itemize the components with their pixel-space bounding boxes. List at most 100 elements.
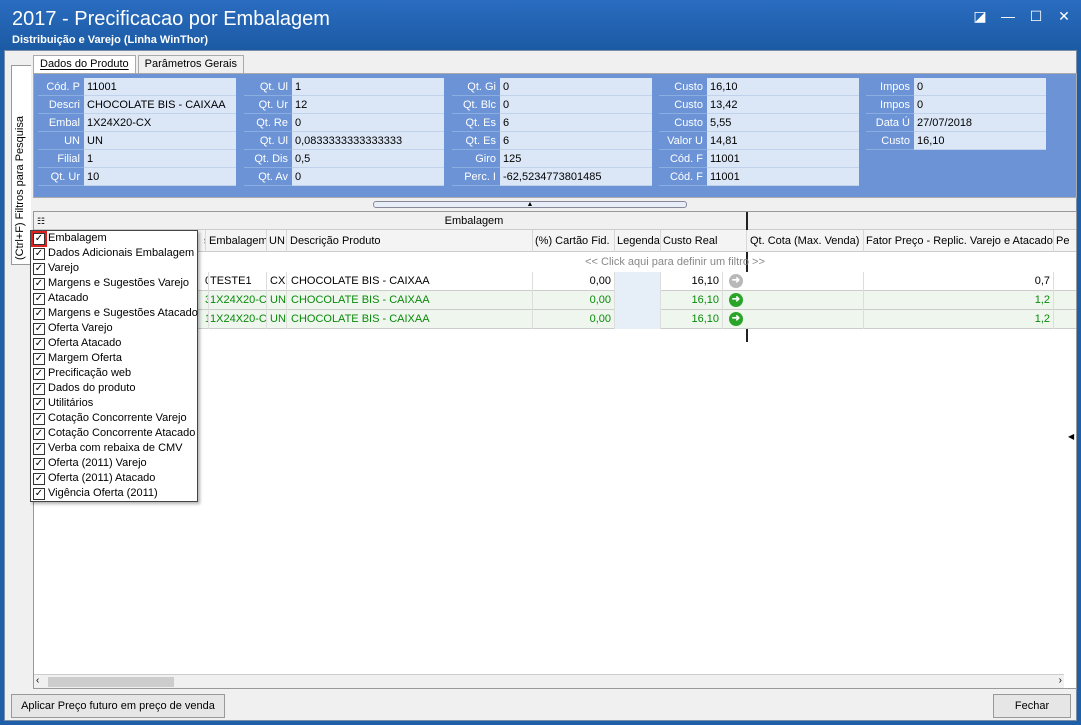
- column-chooser-item[interactable]: ✓ Oferta (2011) Atacado: [31, 471, 197, 486]
- column-chooser-item[interactable]: ✓ Margem Oferta: [31, 351, 197, 366]
- column-chooser-item[interactable]: ✓ Oferta (2011) Varejo: [31, 456, 197, 471]
- info-row: Qt. Ur 10: [38, 168, 236, 186]
- minimize-icon[interactable]: —: [999, 8, 1017, 24]
- col-header-pe[interactable]: Pe: [1054, 230, 1076, 252]
- row-legenda: [615, 310, 661, 329]
- info-label: Qt. Ul: [244, 132, 292, 150]
- vertical-scroll-handle[interactable]: ◀: [1068, 432, 1076, 492]
- info-label: Qt. Re: [244, 114, 292, 132]
- checkbox-checked-icon[interactable]: ✓: [33, 442, 45, 455]
- column-chooser-item[interactable]: ✓ Oferta Varejo: [31, 321, 197, 336]
- info-label: Valor U: [659, 132, 707, 150]
- column-chooser-icon[interactable]: ☷: [37, 212, 45, 230]
- horizontal-scroll-thumb[interactable]: [48, 677, 174, 687]
- checkbox-checked-icon[interactable]: ✓: [33, 307, 45, 320]
- filter-side-tab-label: (Ctrl+F) Filtros para Pesquisa: [14, 116, 26, 260]
- column-chooser-label: Oferta Atacado: [48, 337, 122, 349]
- col-header-cartao-fid[interactable]: (%) Cartão Fid.: [533, 230, 615, 252]
- checkbox-checked-icon[interactable]: ✓: [33, 472, 45, 485]
- info-value: 16,10: [707, 78, 859, 96]
- checkbox-checked-icon[interactable]: ✓: [33, 322, 45, 335]
- col-header-legenda[interactable]: Legenda: [615, 230, 661, 252]
- column-chooser-item[interactable]: ✓ Verba com rebaixa de CMV: [31, 441, 197, 456]
- checkbox-checked-icon[interactable]: ✓: [33, 337, 45, 350]
- scroll-left-icon[interactable]: ‹: [36, 675, 39, 686]
- checkbox-checked-icon[interactable]: ✓: [33, 262, 45, 275]
- info-value: 11001: [84, 78, 236, 96]
- col-header-custo-real[interactable]: Custo Real: [661, 230, 747, 252]
- col-header-fator-preco[interactable]: Fator Preço - Replic. Varejo e Atacado: [864, 230, 1054, 252]
- column-chooser-item[interactable]: ✓ Cotação Concorrente Atacado: [31, 426, 197, 441]
- col-header-s[interactable]: s: [202, 230, 206, 252]
- checkbox-checked-icon[interactable]: ✓: [33, 487, 45, 500]
- info-label: Custo: [659, 78, 707, 96]
- grid-band-row: ☷ Embalagem: [34, 212, 1076, 230]
- checkbox-checked-icon[interactable]: ✓: [33, 397, 45, 410]
- column-chooser-item[interactable]: ✓ Dados Adicionais Embalagem: [31, 246, 197, 261]
- info-row: UN UN: [38, 132, 236, 150]
- column-chooser-item[interactable]: ✓ Embalagem: [31, 230, 197, 247]
- info-row: Giro 125: [452, 150, 652, 168]
- col-header-un[interactable]: UN: [267, 230, 287, 252]
- info-label: Qt. Ur: [244, 96, 292, 114]
- col-header-descricao[interactable]: Descrição Produto: [288, 230, 533, 252]
- column-chooser-label: Precificação web: [48, 367, 132, 379]
- tab-parametros-gerais[interactable]: Parâmetros Gerais: [137, 55, 244, 73]
- info-row: Custo 13,42: [659, 96, 859, 114]
- info-label: Qt. Ur: [38, 168, 84, 186]
- column-chooser-item[interactable]: ✓ Utilitários: [31, 396, 197, 411]
- checkbox-checked-icon[interactable]: ✓: [33, 247, 45, 260]
- checkbox-checked-icon[interactable]: ✓: [33, 382, 45, 395]
- title-bar: 2017 - Precificacao por Embalagem Distri…: [0, 0, 1081, 50]
- info-row: Cód. F 11001: [659, 150, 859, 168]
- horizontal-scrollbar[interactable]: ‹ ›: [34, 674, 1064, 688]
- restore-down-icon[interactable]: ◪: [971, 8, 989, 24]
- column-chooser-item[interactable]: ✓ Cotação Concorrente Varejo: [31, 411, 197, 426]
- panel-splitter[interactable]: ▲: [373, 201, 687, 208]
- info-value: 1X24X20-CX: [84, 114, 236, 132]
- checkbox-checked-icon[interactable]: ✓: [33, 352, 45, 365]
- info-row: Cód. P 11001: [38, 78, 236, 96]
- column-chooser-item[interactable]: ✓ Vigência Oferta (2011): [31, 486, 197, 501]
- info-label: Custo: [659, 96, 707, 114]
- column-chooser-item[interactable]: ✓ Margens e Sugestões Atacado: [31, 306, 198, 321]
- close-icon[interactable]: ✕: [1055, 8, 1073, 24]
- info-value: UN: [84, 132, 236, 150]
- col-header-qt-cota[interactable]: Qt. Cota (Max. Venda): [748, 230, 864, 252]
- column-chooser-item[interactable]: ✓ Margens e Sugestões Varejo: [31, 276, 197, 291]
- close-button[interactable]: Fechar: [993, 694, 1071, 718]
- column-chooser-label: Verba com rebaixa de CMV: [48, 442, 183, 454]
- info-row: Qt. Es 6: [452, 114, 652, 132]
- checkbox-checked-icon[interactable]: ✓: [33, 427, 45, 440]
- column-chooser-item[interactable]: ✓ Atacado: [31, 291, 197, 306]
- info-label: UN: [38, 132, 84, 150]
- column-chooser-item[interactable]: ✓ Precificação web: [31, 366, 197, 381]
- row-arrow-icon[interactable]: ➜: [729, 293, 743, 307]
- row-descricao: CHOCOLATE BIS - CAIXAA: [288, 291, 533, 310]
- checkbox-checked-icon[interactable]: ✓: [33, 457, 45, 470]
- maximize-icon[interactable]: ☐: [1027, 8, 1045, 24]
- row-arrow-icon[interactable]: ➜: [729, 274, 743, 288]
- row-arrow-icon[interactable]: ➜: [729, 312, 743, 326]
- apply-future-price-button[interactable]: Aplicar Preço futuro em preço de venda: [11, 694, 225, 718]
- column-chooser-item[interactable]: ✓ Dados do produto: [31, 381, 197, 396]
- tab-dados-produto[interactable]: Dados do Produto: [33, 55, 136, 73]
- row-un: UN: [267, 291, 287, 310]
- checkbox-checked-icon[interactable]: ✓: [31, 230, 47, 247]
- scroll-right-icon[interactable]: ›: [1059, 675, 1062, 686]
- info-column-2: Qt. Ul 1 Qt. Ur 12 Qt. Re 0 Qt. Ul 0,0833333333…: [244, 78, 444, 186]
- info-column-5: Impos 0 Impos 0 Data Ú 27/07/2018 Custo 16,10: [866, 78, 1046, 150]
- info-value: 1: [84, 150, 236, 168]
- column-chooser-item[interactable]: ✓ Oferta Atacado: [31, 336, 197, 351]
- checkbox-checked-icon[interactable]: ✓: [33, 412, 45, 425]
- row-embalagem: 1X24X20-C: [207, 291, 267, 310]
- info-value: 10: [84, 168, 236, 186]
- checkbox-checked-icon[interactable]: ✓: [33, 292, 45, 305]
- column-chooser-item[interactable]: ✓ Varejo: [31, 261, 197, 276]
- col-header-embalagem[interactable]: Embalagem: [207, 230, 267, 252]
- info-value: 1: [292, 78, 444, 96]
- filter-side-tab[interactable]: (Ctrl+F) Filtros para Pesquisa: [11, 65, 31, 265]
- info-row: Custo 16,10: [659, 78, 859, 96]
- checkbox-checked-icon[interactable]: ✓: [33, 277, 45, 290]
- checkbox-checked-icon[interactable]: ✓: [33, 367, 45, 380]
